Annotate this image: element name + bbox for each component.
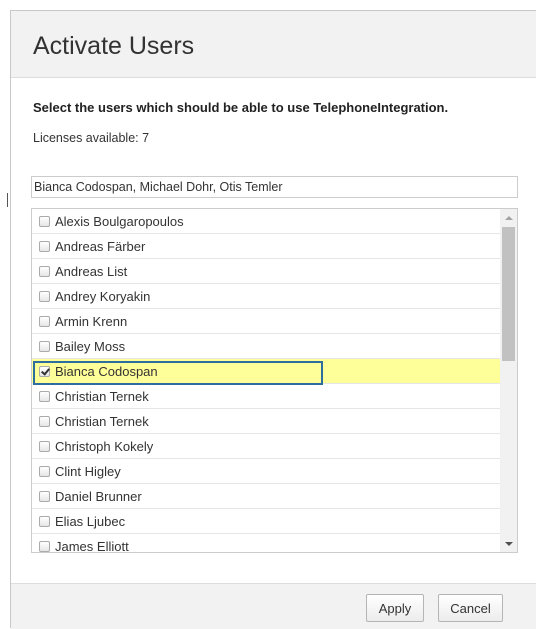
user-list: Alexis Boulgaropoulos Andreas Färber Andre… — [31, 208, 518, 553]
checkbox[interactable] — [39, 540, 50, 552]
activate-users-dialog: Activate Users Select the users which sh… — [10, 10, 536, 629]
user-name: Daniel Brunner — [55, 488, 142, 504]
user-row[interactable]: James Elliott — [32, 534, 500, 553]
checkbox[interactable] — [39, 290, 50, 302]
arrow-down-icon — [504, 541, 513, 546]
user-row[interactable]: Alexis Boulgaropoulos — [32, 209, 500, 234]
checkbox[interactable] — [39, 390, 50, 402]
scroll-up-button[interactable] — [500, 209, 517, 226]
user-row[interactable]: Christian Ternek — [32, 409, 500, 434]
selected-users-field[interactable] — [31, 176, 518, 198]
checkbox[interactable] — [39, 515, 50, 527]
user-name: Christian Ternek — [55, 388, 149, 404]
background-page-edge — [0, 0, 9, 628]
checkbox[interactable] — [39, 490, 50, 502]
checkbox[interactable] — [39, 315, 50, 327]
checkbox[interactable] — [39, 340, 50, 352]
dialog-title: Activate Users — [33, 32, 195, 60]
checkbox[interactable] — [39, 240, 50, 252]
dialog-body: Select the users which should be able to… — [11, 78, 536, 583]
background-text-cursor — [7, 193, 8, 207]
user-name: Alexis Boulgaropoulos — [55, 213, 184, 229]
user-name: Elias Ljubec — [55, 513, 126, 529]
user-row[interactable]: Bailey Moss — [32, 334, 500, 359]
instruction-text: Select the users which should be able to… — [33, 100, 449, 115]
user-name: Andreas List — [55, 263, 128, 279]
user-name: Clint Higley — [55, 463, 121, 479]
user-row[interactable]: Andreas Färber — [32, 234, 500, 259]
checkbox-checked[interactable] — [39, 365, 50, 377]
checkbox[interactable] — [39, 465, 50, 477]
dialog-header: Activate Users — [11, 11, 536, 78]
checkbox[interactable] — [39, 415, 50, 427]
user-name: Christian Ternek — [55, 413, 149, 429]
user-row[interactable]: Bianca Codospan — [32, 359, 500, 384]
dialog-footer: Apply Cancel — [11, 583, 536, 629]
user-row[interactable]: Elias Ljubec — [32, 509, 500, 534]
user-name: James Elliott — [55, 538, 129, 553]
user-row[interactable]: Armin Krenn — [32, 309, 500, 334]
user-name: Armin Krenn — [55, 313, 128, 329]
cancel-button[interactable]: Cancel — [438, 594, 503, 622]
user-name: Bailey Moss — [55, 338, 126, 354]
licenses-available: Licenses available: 7 — [33, 131, 150, 145]
user-name: Christoph Kokely — [55, 438, 154, 454]
user-row[interactable]: Andrey Koryakin — [32, 284, 500, 309]
checkbox[interactable] — [39, 265, 50, 277]
list-scrollbar[interactable] — [500, 209, 517, 552]
user-name: Bianca Codospan — [55, 363, 158, 379]
user-row[interactable]: Andreas List — [32, 259, 500, 284]
user-name: Andrey Koryakin — [55, 288, 151, 304]
scroll-down-button[interactable] — [500, 535, 517, 552]
user-row[interactable]: Christoph Kokely — [32, 434, 500, 459]
user-row[interactable]: Daniel Brunner — [32, 484, 500, 509]
checkbox[interactable] — [39, 215, 50, 227]
arrow-up-icon — [504, 215, 513, 220]
user-list-rows: Alexis Boulgaropoulos Andreas Färber Andre… — [32, 209, 500, 553]
scroll-thumb[interactable] — [502, 227, 515, 361]
user-name: Andreas Färber — [55, 238, 146, 254]
user-row[interactable]: Clint Higley — [32, 459, 500, 484]
checkbox[interactable] — [39, 440, 50, 452]
user-row[interactable]: Christian Ternek — [32, 384, 500, 409]
apply-button[interactable]: Apply — [366, 594, 424, 622]
